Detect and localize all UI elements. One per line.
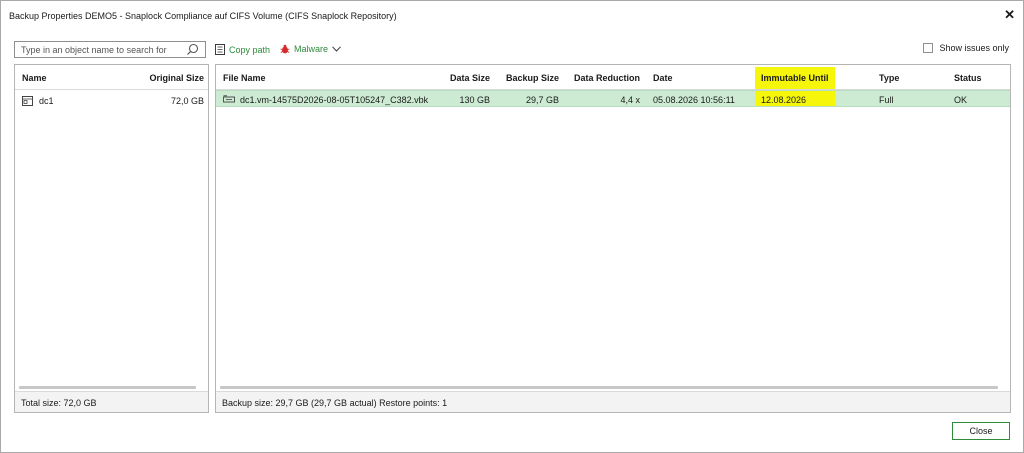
- backup-file-icon: [223, 95, 235, 103]
- bug-icon: [280, 44, 290, 54]
- col-data-reduction[interactable]: Data Reduction: [574, 73, 640, 83]
- data-reduction: 4,4 x: [620, 95, 640, 105]
- chevron-down-icon: [332, 46, 341, 52]
- restore-point-row[interactable]: dc1.vm-14575D2026-08-05T105247_C382.vbk …: [216, 90, 1010, 107]
- show-issues-toggle[interactable]: Show issues only: [923, 43, 1009, 53]
- horizontal-scrollbar[interactable]: [19, 386, 196, 389]
- show-issues-label: Show issues only: [939, 43, 1009, 53]
- backup-properties-window: Backup Properties DEMO5 - Snaplock Compl…: [0, 0, 1024, 453]
- backup-date: 05.08.2026 10:56:11: [653, 95, 735, 105]
- object-row[interactable]: dc1 72,0 GB: [15, 92, 208, 109]
- document-icon: [215, 44, 225, 55]
- vm-icon: [22, 96, 33, 106]
- col-backup-size[interactable]: Backup Size: [506, 73, 559, 83]
- show-issues-checkbox[interactable]: [923, 43, 934, 53]
- col-type[interactable]: Type: [879, 73, 899, 83]
- horizontal-scrollbar[interactable]: [220, 386, 998, 389]
- col-date[interactable]: Date: [653, 73, 673, 83]
- backup-summary: Backup size: 29,7 GB (29,7 GB actual) Re…: [222, 398, 448, 408]
- backup-type: Full: [879, 95, 894, 105]
- restore-points-header: File Name Data Size Backup Size Data Red…: [216, 65, 1010, 90]
- search-placeholder: Type in an object name to search for: [21, 45, 167, 55]
- title-bar: Backup Properties DEMO5 - Snaplock Compl…: [1, 1, 1023, 30]
- restore-points-footer: Backup size: 29,7 GB (29,7 GB actual) Re…: [216, 391, 1010, 412]
- objects-header: Name Original Size: [15, 65, 208, 90]
- close-icon[interactable]: ✕: [1004, 7, 1015, 23]
- col-original-size[interactable]: Original Size: [149, 73, 204, 83]
- malware-dropdown[interactable]: Malware: [280, 44, 341, 54]
- objects-footer: Total size: 72,0 GB: [15, 391, 208, 412]
- immutable-until: 12.08.2026: [761, 95, 807, 105]
- col-name[interactable]: Name: [22, 73, 47, 83]
- search-input[interactable]: Type in an object name to search for: [14, 41, 206, 58]
- object-name: dc1: [39, 96, 54, 106]
- close-button[interactable]: Close: [952, 422, 1010, 440]
- data-size: 130 GB: [459, 95, 490, 105]
- window-title: Backup Properties DEMO5 - Snaplock Compl…: [9, 11, 397, 21]
- backup-status: OK: [954, 95, 968, 105]
- col-immutable-until[interactable]: Immutable Until: [761, 73, 829, 83]
- col-status[interactable]: Status: [954, 73, 982, 83]
- col-data-size[interactable]: Data Size: [450, 73, 490, 83]
- search-icon: [187, 43, 199, 55]
- total-size: Total size: 72,0 GB: [21, 398, 97, 408]
- col-file-name[interactable]: File Name: [223, 73, 266, 83]
- object-original-size: 72,0 GB: [170, 96, 204, 106]
- backup-size: 29,7 GB: [525, 95, 559, 105]
- copy-path-label: Copy path: [229, 44, 271, 55]
- copy-path-button[interactable]: Copy path: [215, 44, 270, 55]
- file-name: dc1.vm-14575D2026-08-05T105247_C382.vbk: [240, 95, 429, 105]
- objects-panel: Name Original Size dc1 72,0 GB Total siz…: [14, 64, 209, 413]
- restore-points-panel: File Name Data Size Backup Size Data Red…: [215, 64, 1011, 413]
- malware-label: Malware: [294, 44, 329, 54]
